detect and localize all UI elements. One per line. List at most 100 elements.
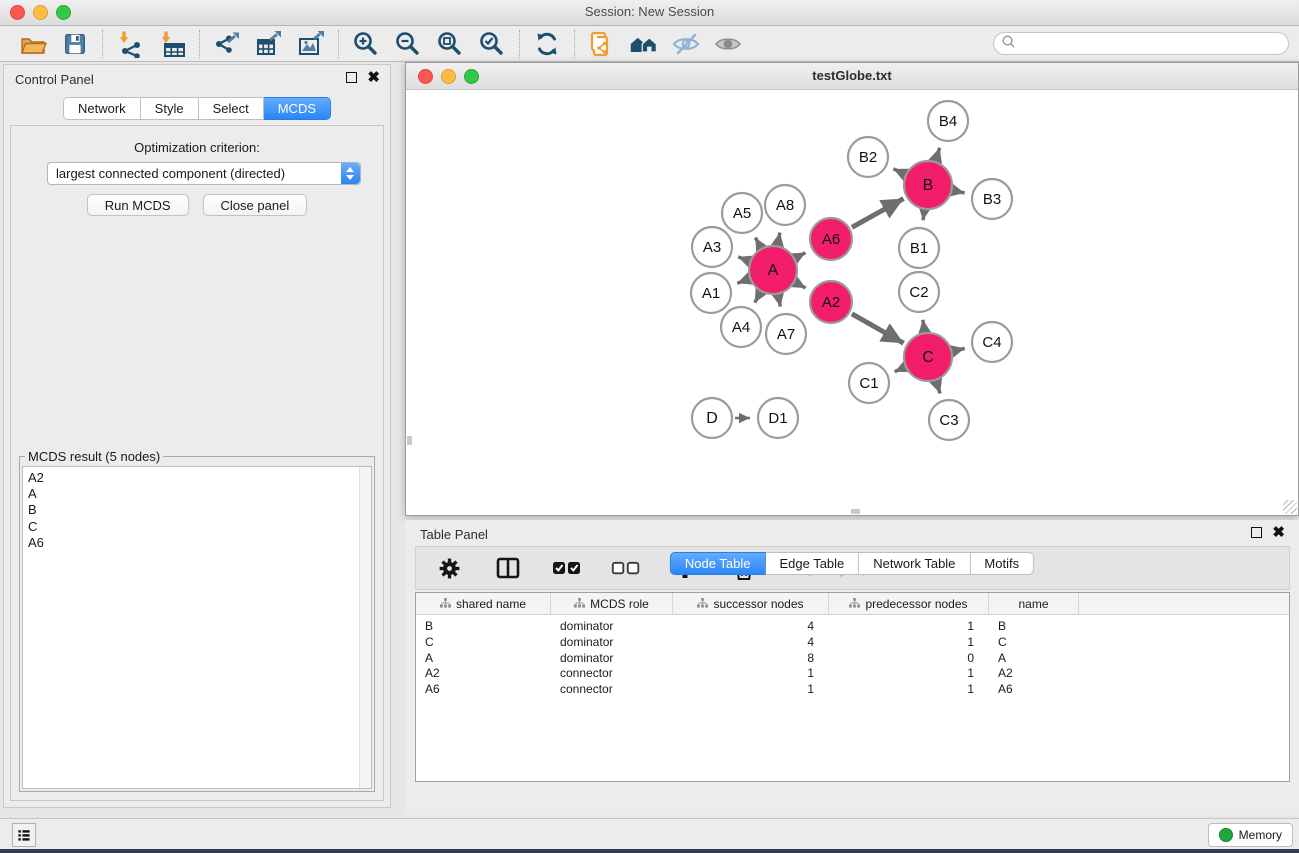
cell-shared-name[interactable]: A — [416, 651, 551, 667]
mcds-result-list[interactable]: A2ABCA6 — [22, 466, 372, 789]
select-all-icon[interactable] — [552, 553, 582, 583]
edge-A-A4[interactable] — [755, 294, 760, 303]
network-canvas[interactable]: B4 B2 B B3 A5A8A6 B1 A3 A C2 A1 A2 A4A7 C4 C C1 C3 D D1 — [407, 90, 1297, 514]
open-session-icon[interactable] — [18, 29, 48, 59]
edge-C-C1[interactable] — [895, 368, 904, 372]
graph-node-A1[interactable]: A1 — [691, 273, 731, 313]
mcds-result-item[interactable]: A2 — [28, 470, 371, 486]
cell-mcds-role[interactable]: connector — [551, 666, 673, 682]
import-network-icon[interactable] — [115, 29, 145, 59]
zoom-fit-icon[interactable] — [435, 29, 465, 59]
float-panel-icon[interactable] — [346, 72, 357, 83]
cell-mcds-role[interactable]: dominator — [551, 619, 673, 635]
refresh-icon[interactable] — [532, 29, 562, 59]
mcds-result-item[interactable]: A6 — [28, 535, 371, 551]
graph-node-B3[interactable]: B3 — [972, 179, 1012, 219]
import-table-icon[interactable] — [157, 29, 187, 59]
split-view-icon[interactable] — [493, 553, 523, 583]
clone-network-icon[interactable] — [587, 29, 617, 59]
edge-A-A2[interactable] — [797, 283, 806, 288]
hide-details-icon[interactable] — [671, 29, 701, 59]
graph-node-A8[interactable]: A8 — [765, 185, 805, 225]
search-input[interactable] — [1016, 36, 1288, 52]
close-panel-icon[interactable]: ✖ — [367, 73, 380, 83]
home-layout-icon[interactable] — [629, 29, 659, 59]
mcds-result-item[interactable]: B — [28, 502, 371, 518]
graph-node-A4[interactable]: A4 — [721, 307, 761, 347]
graph-node-A[interactable]: A — [749, 246, 797, 294]
graph-node-B1[interactable]: B1 — [899, 228, 939, 268]
edge-C-C3[interactable] — [937, 383, 941, 394]
run-mcds-button[interactable]: Run MCDS — [87, 194, 189, 216]
memory-button[interactable]: Memory — [1208, 823, 1293, 847]
result-list-scrollbar[interactable] — [359, 467, 371, 788]
export-image-icon[interactable] — [296, 29, 326, 59]
criterion-dropdown[interactable]: largest connected component (directed) — [47, 162, 361, 185]
export-network-icon[interactable] — [212, 29, 242, 59]
graph-node-B4[interactable]: B4 — [928, 101, 968, 141]
tab-network[interactable]: Network — [63, 97, 141, 120]
edge-A6-B[interactable] — [852, 199, 904, 228]
task-history-button[interactable] — [12, 823, 36, 847]
graph-node-C1[interactable]: C1 — [849, 363, 889, 403]
edge-A-A7[interactable] — [778, 296, 780, 306]
resize-grip[interactable] — [1283, 500, 1297, 514]
mcds-result-item[interactable]: C — [28, 519, 371, 535]
cell-mcds-role[interactable]: dominator — [551, 651, 673, 667]
zoom-selected-icon[interactable] — [477, 29, 507, 59]
tab-node-table[interactable]: Node Table — [670, 552, 766, 575]
edge-C-C2[interactable] — [923, 320, 924, 331]
tab-network-table[interactable]: Network Table — [859, 552, 970, 575]
graph-node-C[interactable]: C — [904, 333, 952, 381]
graph-node-C3[interactable]: C3 — [929, 400, 969, 440]
tab-motifs[interactable]: Motifs — [970, 552, 1034, 575]
graph-node-C2[interactable]: C2 — [899, 272, 939, 312]
graph-node-D1[interactable]: D1 — [758, 398, 798, 438]
show-details-icon[interactable] — [713, 29, 743, 59]
tab-style[interactable]: Style — [141, 97, 199, 120]
graph-node-B2[interactable]: B2 — [848, 137, 888, 177]
zoom-in-icon[interactable] — [351, 29, 381, 59]
zoom-out-icon[interactable] — [393, 29, 423, 59]
tab-mcds[interactable]: MCDS — [264, 97, 331, 120]
edge-A2-C[interactable] — [852, 314, 904, 343]
edge-A-A5[interactable] — [755, 238, 760, 247]
graph-node-A5[interactable]: A5 — [722, 193, 762, 233]
edge-A-A6[interactable] — [797, 253, 806, 258]
graph-node-A7[interactable]: A7 — [766, 314, 806, 354]
network-graph[interactable]: B4 B2 B B3 A5A8A6 B1 A3 A C2 A1 A2 A4A7 C4 C C1 C3 D D1 — [407, 90, 1298, 516]
export-table-icon[interactable] — [254, 29, 284, 59]
graph-node-A6[interactable]: A6 — [810, 218, 852, 260]
tab-edge-table[interactable]: Edge Table — [765, 552, 859, 575]
cell-shared-name[interactable]: C — [416, 635, 551, 651]
edge-A-A1[interactable] — [737, 279, 747, 283]
cell-mcds-role[interactable]: dominator — [551, 635, 673, 651]
column-header-shared-name[interactable]: shared name — [416, 593, 551, 614]
mcds-result-item[interactable]: A — [28, 486, 371, 502]
edge-B-B4[interactable] — [936, 148, 940, 160]
graph-node-A2[interactable]: A2 — [810, 281, 852, 323]
edge-A-A8[interactable] — [778, 233, 780, 244]
tab-select[interactable]: Select — [199, 97, 264, 120]
column-header-mcds-role[interactable]: MCDS role — [551, 593, 673, 614]
edge-C-C4[interactable] — [954, 348, 964, 350]
cell-shared-name[interactable]: A6 — [416, 682, 551, 698]
settings-icon[interactable] — [434, 553, 464, 583]
cell-mcds-role[interactable]: connector — [551, 682, 673, 698]
deselect-all-icon[interactable] — [611, 553, 641, 583]
cell-shared-name[interactable]: A2 — [416, 666, 551, 682]
edge-B-B3[interactable] — [954, 191, 964, 193]
close-table-panel-icon[interactable]: ✖ — [1272, 528, 1285, 538]
save-session-icon[interactable] — [60, 29, 90, 59]
edge-B-B1[interactable] — [923, 212, 924, 221]
close-panel-button[interactable]: Close panel — [203, 194, 308, 216]
graph-node-B[interactable]: B — [904, 161, 952, 209]
edge-A-A3[interactable] — [738, 257, 748, 261]
graph-node-D[interactable]: D — [692, 398, 732, 438]
graph-node-A3[interactable]: A3 — [692, 227, 732, 267]
search-field[interactable] — [993, 32, 1289, 55]
graph-node-C4[interactable]: C4 — [972, 322, 1012, 362]
float-table-panel-icon[interactable] — [1251, 527, 1262, 538]
cell-shared-name[interactable]: B — [416, 619, 551, 635]
edge-B-B2[interactable] — [893, 169, 903, 174]
